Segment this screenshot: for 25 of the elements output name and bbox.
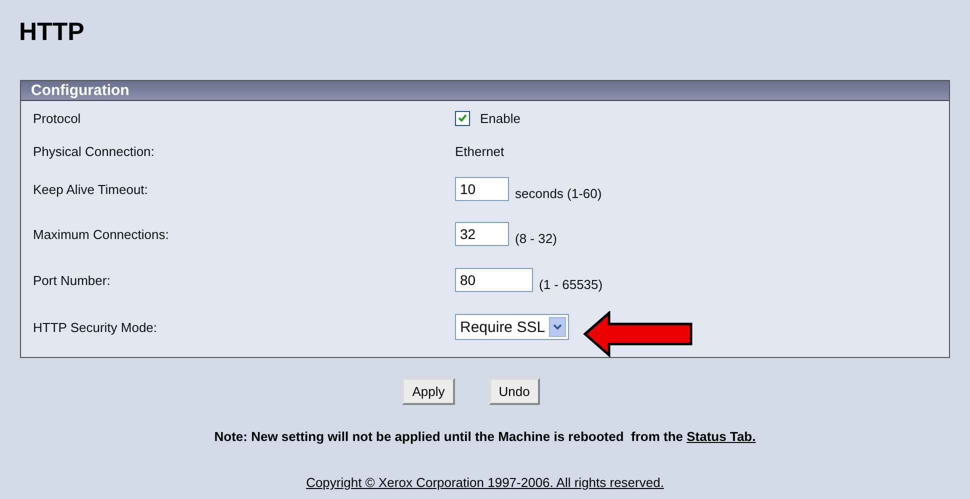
copyright-link[interactable]: Copyright © Xerox Corporation 1997-2006. All rights reserved. bbox=[306, 475, 664, 490]
field-label: Port Number: bbox=[32, 272, 112, 288]
panel-header: Configuration bbox=[21, 81, 949, 101]
range-hint: (8 - 32) bbox=[515, 230, 557, 246]
page-title: HTTP bbox=[18, 17, 86, 48]
form-button[interactable]: Apply bbox=[402, 378, 455, 405]
field-label: HTTP Security Mode: bbox=[32, 320, 158, 334]
number-field[interactable]: 80 bbox=[455, 268, 533, 292]
checkbox-label: Enable bbox=[480, 110, 520, 126]
field-label: Protocol bbox=[32, 110, 82, 126]
range-hint: (1 - 65535) bbox=[539, 276, 603, 292]
number-field[interactable]: 32 bbox=[455, 222, 509, 246]
status-tab-link[interactable]: Status Tab. bbox=[686, 429, 756, 444]
field-label: Maximum Connections: bbox=[32, 226, 170, 242]
form-button[interactable]: Undo bbox=[488, 378, 540, 405]
check-icon bbox=[458, 114, 467, 122]
field-label: Physical Connection: bbox=[32, 144, 156, 158]
security-mode-dropdown[interactable]: Require SSL bbox=[455, 314, 570, 340]
enable-checkbox[interactable] bbox=[455, 110, 470, 126]
range-hint: seconds (1-60) bbox=[515, 186, 602, 200]
reboot-note: Note: New setting will not be applied until the Machine is rebooted from the Status Tab. bbox=[213, 429, 757, 444]
chevron-down-icon bbox=[553, 324, 562, 330]
number-field[interactable]: 10 bbox=[455, 177, 509, 201]
field-value: Ethernet bbox=[455, 144, 504, 158]
field-label: Keep Alive Timeout: bbox=[32, 182, 149, 196]
